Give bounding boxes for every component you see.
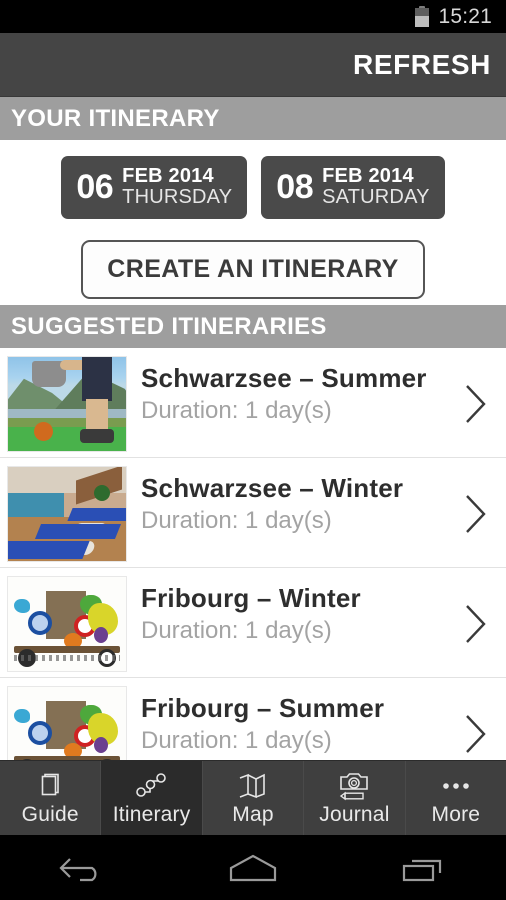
status-bar: 15:21 — [0, 0, 506, 33]
tab-guide[interactable]: Guide — [0, 761, 102, 835]
list-item-duration: Duration: 1 day(s) — [141, 397, 332, 425]
tab-map[interactable]: Map — [203, 761, 305, 835]
tab-itinerary-label: Itinerary — [112, 803, 191, 826]
your-itinerary-header: YOUR ITINERARY — [0, 97, 506, 140]
suggested-itineraries-header: SUGGESTED ITINERARIES — [0, 305, 506, 349]
indoor-pool-loungers-photo — [7, 466, 127, 563]
tab-more[interactable]: More — [406, 761, 506, 835]
date-chip-month-year: FEB 2014 — [122, 165, 214, 187]
your-itinerary-header-label: YOUR ITINERARY — [11, 104, 220, 132]
create-itinerary-button[interactable]: CREATE AN ITINERARY — [81, 240, 425, 300]
date-chip-weekday: THURSDAY — [122, 186, 233, 209]
chevron-right-icon[interactable] — [446, 576, 506, 672]
suggested-itineraries-header-label: SUGGESTED ITINERARIES — [11, 312, 327, 340]
app-screen: 15:21 REFRESH YOUR ITINERARY 06 FEB 2014… — [0, 0, 506, 900]
date-chip-row: 06 FEB 2014 THURSDAY 08 FEB 2014 SATURDA… — [0, 156, 506, 220]
date-chip-day: 08 — [276, 168, 314, 207]
date-chip-weekday: SATURDAY — [322, 186, 430, 209]
tab-itinerary[interactable]: Itinerary — [101, 761, 203, 835]
ellipsis-icon — [439, 769, 473, 801]
date-chip-end[interactable]: 08 FEB 2014 SATURDAY — [261, 156, 445, 220]
tab-more-label: More — [431, 803, 481, 826]
book-icon — [35, 769, 65, 801]
android-nav-bar — [0, 835, 506, 900]
your-itinerary-panel: 06 FEB 2014 THURSDAY 08 FEB 2014 SATURDA… — [0, 140, 506, 306]
list-item[interactable]: Schwarzsee – Summer Duration: 1 day(s) — [0, 348, 506, 459]
tab-journal-label: Journal — [319, 803, 390, 826]
date-chip-month-year: FEB 2014 — [322, 165, 414, 187]
list-item[interactable]: Fribourg – Winter Duration: 1 day(s) — [0, 568, 506, 679]
recents-icon[interactable] — [377, 848, 467, 888]
create-itinerary-row: CREATE AN ITINERARY — [0, 240, 506, 300]
suggested-itineraries-list: Schwarzsee – Summer Duration: 1 day(s) S… — [0, 348, 506, 789]
status-clock: 15:21 — [438, 4, 492, 28]
list-item-title: Schwarzsee – Summer — [141, 363, 427, 394]
chevron-right-icon[interactable] — [446, 356, 506, 452]
list-item-title: Fribourg – Winter — [141, 583, 361, 614]
tab-guide-label: Guide — [21, 803, 79, 826]
tab-map-label: Map — [232, 803, 274, 826]
list-item-duration: Duration: 1 day(s) — [141, 727, 332, 755]
route-nodes-icon — [135, 769, 169, 801]
list-item-title: Fribourg – Summer — [141, 693, 385, 724]
list-item-duration: Duration: 1 day(s) — [141, 507, 332, 535]
summer-lake-lawn-photo — [7, 356, 127, 453]
home-icon[interactable] — [208, 848, 298, 888]
date-chip-day: 06 — [76, 168, 114, 207]
action-bar: REFRESH — [0, 33, 506, 97]
battery-icon — [415, 6, 430, 27]
list-item-title: Schwarzsee – Winter — [141, 473, 404, 504]
list-item-duration: Duration: 1 day(s) — [141, 617, 332, 645]
refresh-button[interactable]: REFRESH — [353, 49, 491, 81]
folded-map-icon — [236, 769, 270, 801]
bottom-tab-bar: Guide Itinerary Map Journal More — [0, 760, 506, 835]
back-icon[interactable] — [39, 848, 129, 888]
date-chip-start[interactable]: 06 FEB 2014 THURSDAY — [61, 156, 248, 220]
list-item[interactable]: Schwarzsee – Winter Duration: 1 day(s) — [0, 458, 506, 569]
tab-journal[interactable]: Journal — [304, 761, 406, 835]
camera-pencil-icon — [336, 769, 372, 801]
colorful-artwork-sketch-photo — [7, 576, 127, 673]
chevron-right-icon[interactable] — [446, 466, 506, 562]
